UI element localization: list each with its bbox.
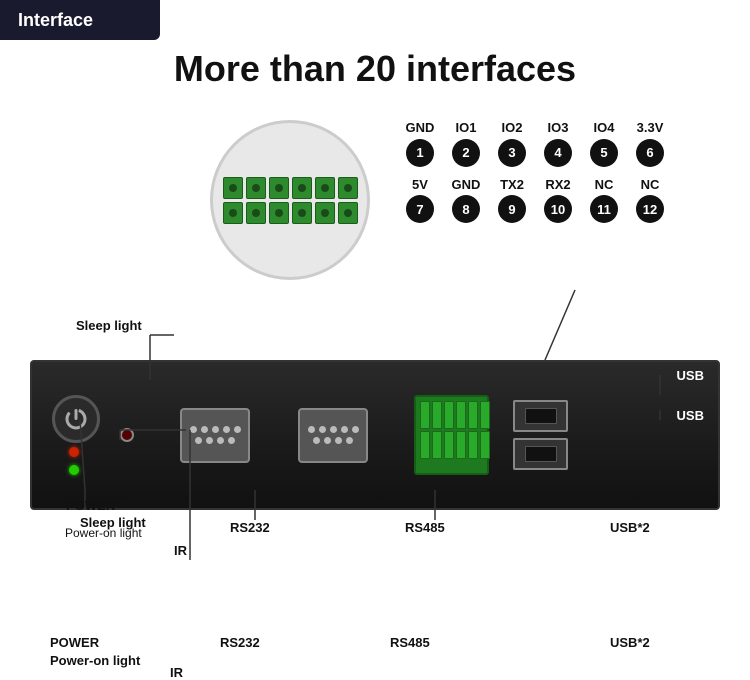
pin-label-io4: IO4 5: [584, 120, 624, 167]
power-on-label-below: Power-on light: [65, 512, 142, 540]
ir-label: IR: [170, 665, 183, 680]
pin-label-tx2: TX2 9: [492, 177, 532, 224]
rs232-connector: [180, 408, 250, 463]
usb-label-bottom: USB: [677, 408, 704, 423]
pin-name-5v: 5V: [412, 177, 428, 193]
pin-gnd2: [246, 202, 266, 224]
usb-port-group: [513, 400, 568, 470]
pin-tx2: [269, 202, 289, 224]
pin-io2: [269, 177, 289, 199]
terminal-pin-5: [468, 401, 478, 429]
rs485-connector: [298, 408, 368, 463]
pin-labels: GND 1 IO1 2 IO2 3 IO3 4 IO4 5 3.3V 6 5V …: [400, 120, 700, 233]
pin-label-io2: IO2 3: [492, 120, 532, 167]
ir-label-below: IR: [174, 543, 187, 558]
pin-label-io1: IO1 2: [446, 120, 486, 167]
pin-name-nc2: NC: [641, 177, 660, 193]
terminal-pin-9: [444, 431, 454, 459]
terminal-pin-10: [456, 431, 466, 459]
pin-num-3: 3: [498, 139, 526, 167]
terminal-pin-6: [480, 401, 490, 429]
pin-label-rx2: RX2 10: [538, 177, 578, 224]
pin-num-12: 12: [636, 195, 664, 223]
pin-num-1: 1: [406, 139, 434, 167]
pin-label-3v3: 3.3V 6: [630, 120, 670, 167]
terminal-pin-12: [480, 431, 490, 459]
pin-name-tx2: TX2: [500, 177, 524, 193]
pin-row-1: GND 1 IO1 2 IO2 3 IO3 4 IO4 5 3.3V 6: [400, 120, 700, 167]
terminal-pin-2: [432, 401, 442, 429]
pin-num-7: 7: [406, 195, 434, 223]
power-on-light-label: Power-on light: [50, 653, 140, 668]
pin-label-5v: 5V 7: [400, 177, 440, 224]
pin-5v: [223, 202, 243, 224]
led-green: [69, 465, 79, 475]
pin-label-nc1: NC 11: [584, 177, 624, 224]
pin-gnd: [223, 177, 243, 199]
pin-num-9: 9: [498, 195, 526, 223]
pin-label-nc2: NC 12: [630, 177, 670, 224]
pin-name-io1: IO1: [456, 120, 477, 136]
pin-nc2: [338, 202, 358, 224]
power-label: POWER: [50, 635, 99, 650]
pin-num-4: 4: [544, 139, 572, 167]
power-button[interactable]: [52, 395, 100, 443]
usb-slot-2: [525, 446, 557, 462]
usb2-label: USB*2: [610, 635, 650, 650]
pin-label-io3: IO3 4: [538, 120, 578, 167]
pin-rx2: [292, 202, 312, 224]
terminal-pin-8: [432, 431, 442, 459]
pin-name-rx2: RX2: [545, 177, 570, 193]
terminal-block: [414, 395, 489, 475]
usb-label-top: USB: [677, 368, 704, 383]
ir-sensor: [120, 428, 134, 442]
pin-name-3v3: 3.3V: [637, 120, 664, 136]
terminal-pin-11: [468, 431, 478, 459]
led-indicators: [69, 447, 79, 475]
rs485-label-below: RS485: [405, 520, 445, 535]
pin-nc1: [315, 202, 335, 224]
pin-num-2: 2: [452, 139, 480, 167]
rs232-label-below: RS232: [230, 520, 270, 535]
pin-num-11: 11: [590, 195, 618, 223]
terminal-pin-4: [456, 401, 466, 429]
terminal-pin-3: [444, 401, 454, 429]
pin-name-io3: IO3: [548, 120, 569, 136]
pin-name-gnd: GND: [406, 120, 435, 136]
header-tab-label: Interface: [18, 10, 93, 31]
header-tab: Interface: [0, 0, 160, 40]
connector-diagram: [210, 120, 370, 280]
led-red: [69, 447, 79, 457]
pin-3v3: [338, 177, 358, 199]
usb-port-2[interactable]: [513, 438, 568, 470]
terminal-pin-7: [420, 431, 430, 459]
main-title: More than 20 interfaces: [0, 48, 750, 90]
rs485-label: RS485: [390, 635, 430, 650]
pin-num-8: 8: [452, 195, 480, 223]
usb-slot-1: [525, 408, 557, 424]
pin-num-6: 6: [636, 139, 664, 167]
rs232-label: RS232: [220, 635, 260, 650]
usb-port-1[interactable]: [513, 400, 568, 432]
connector-pins: [219, 173, 362, 228]
pin-num-10: 10: [544, 195, 572, 223]
pin-name-nc1: NC: [595, 177, 614, 193]
pin-io4: [315, 177, 335, 199]
pin-name-io2: IO2: [502, 120, 523, 136]
pin-row-2: 5V 7 GND 8 TX2 9 RX2 10 NC 11 NC 12: [400, 177, 700, 224]
pin-num-5: 5: [590, 139, 618, 167]
pin-io1: [246, 177, 266, 199]
pin-name-io4: IO4: [594, 120, 615, 136]
sleep-light-floating: Sleep light: [76, 318, 142, 333]
power-label-below: POWER: [66, 498, 115, 513]
terminal-pin-1: [420, 401, 430, 429]
device-chassis: [30, 360, 720, 510]
pin-io3: [292, 177, 312, 199]
usb2-label-below: USB*2: [610, 520, 650, 535]
pin-label-gnd: GND 1: [400, 120, 440, 167]
pin-name-gnd2: GND: [452, 177, 481, 193]
pin-label-gnd2: GND 8: [446, 177, 486, 224]
